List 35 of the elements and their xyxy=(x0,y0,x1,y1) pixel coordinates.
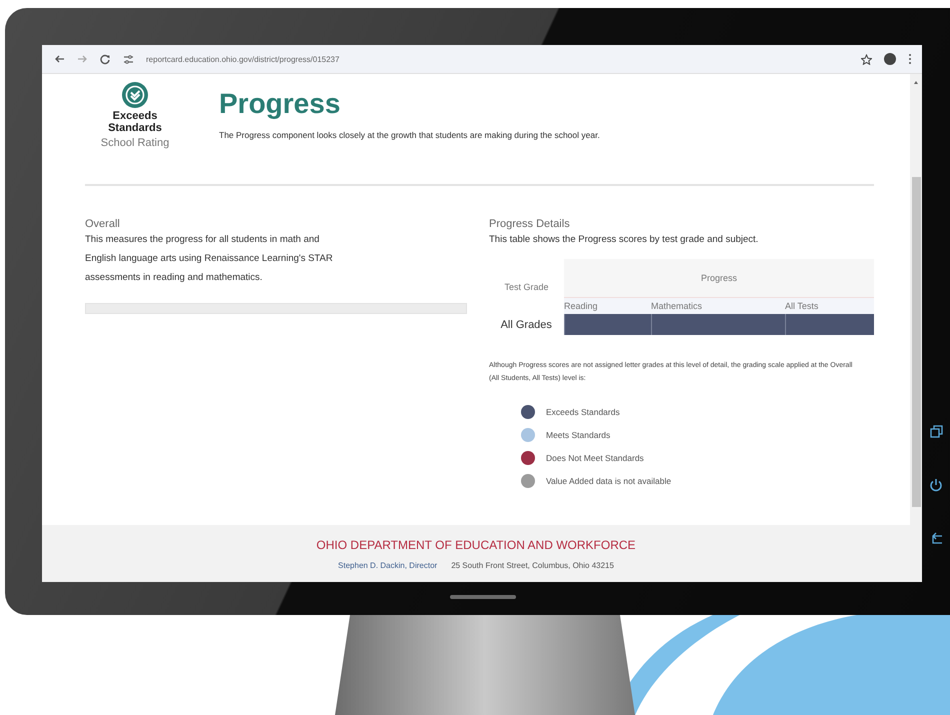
rating-caption: School Rating xyxy=(100,137,170,149)
legend-label: Value Added data is not available xyxy=(546,476,672,486)
section-text: This table shows the Progress scores by test grade and subject. xyxy=(489,233,760,247)
section-heading: Overall xyxy=(85,218,121,230)
profile-avatar-icon[interactable] xyxy=(884,53,896,65)
star-icon[interactable] xyxy=(861,54,872,64)
table-header-cell: All Tests xyxy=(785,298,874,314)
back-arrow-icon[interactable] xyxy=(54,54,65,64)
page-description: The Progress component looks closely at the growth that students are making during the school year. xyxy=(219,130,600,140)
legend-label: Does Not Meet Standards xyxy=(546,452,644,462)
copy-icon[interactable] xyxy=(930,425,942,438)
section-text: This measures the progress for all students in math and English language arts using Renaissance Learning's STAR assessments in reading and mathematics. xyxy=(85,233,334,285)
director-link[interactable]: Stephen D. Dackin, Director xyxy=(338,560,438,570)
address-bar[interactable]: reportcard.education.ohio.gov/district/progress/015237 xyxy=(146,54,849,64)
legend-label: Exceeds Standards xyxy=(546,406,620,416)
monitor-handle xyxy=(450,595,516,599)
scroll-up-icon[interactable] xyxy=(913,80,919,85)
site-settings-icon[interactable] xyxy=(123,54,134,64)
rating-label: Exceeds Standards xyxy=(107,110,163,134)
table-header-cell: Mathematics xyxy=(651,298,785,314)
table-header-cell: Progress xyxy=(564,259,874,298)
scrollbar[interactable] xyxy=(910,74,922,582)
legend-label: Meets Standards xyxy=(546,430,610,440)
footer-address: 25 South Front Street, Columbus, Ohio 43215 xyxy=(451,560,614,570)
rating-check-icon xyxy=(122,82,148,108)
scrollbar-thumb[interactable] xyxy=(912,177,920,507)
section-heading: Progress Details xyxy=(489,218,571,230)
reload-icon[interactable] xyxy=(100,54,111,64)
menu-icon[interactable] xyxy=(908,53,912,65)
page-title: Progress xyxy=(219,88,342,120)
row-label: All Grades xyxy=(489,314,564,335)
back-arrow-icon[interactable] xyxy=(930,532,942,544)
power-icon[interactable] xyxy=(929,478,943,492)
table-header-cell: Reading xyxy=(564,298,651,314)
footer-title: OHIO DEPARTMENT OF EDUCATION AND WORKFORCE xyxy=(316,538,636,552)
